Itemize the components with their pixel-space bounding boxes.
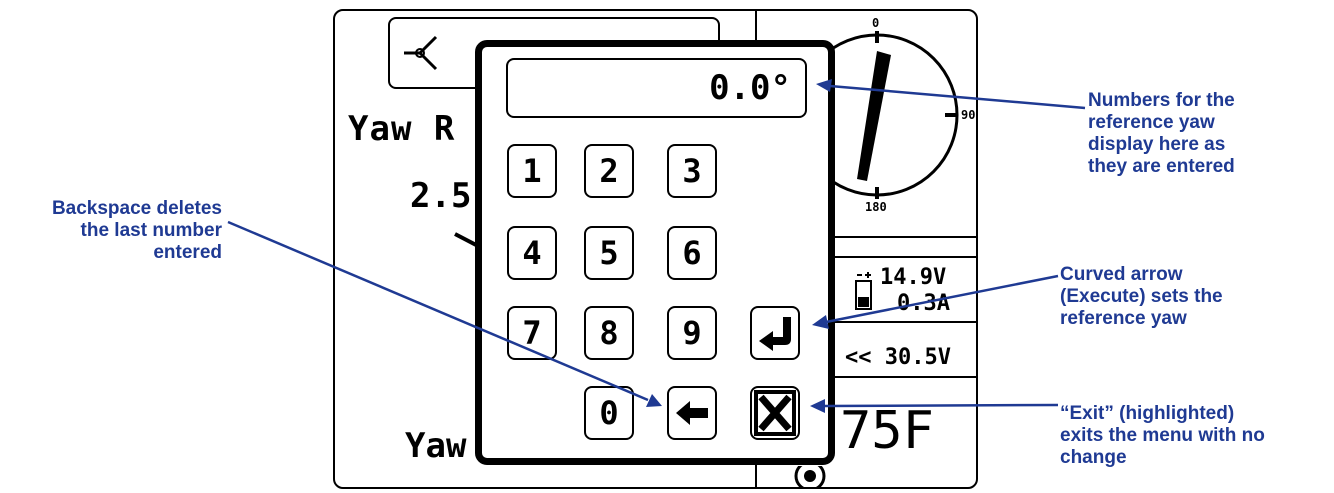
exit-note-line: change [1060, 447, 1127, 468]
display-note: Numbers for the reference yaw display he… [1088, 90, 1235, 178]
enter-note-line: (Execute) sets the [1060, 286, 1223, 307]
display-note-line: display here as [1088, 134, 1226, 155]
display-note-line: they are entered [1088, 156, 1235, 177]
backspace-note: Backspace deletes the last number entere… [52, 198, 222, 264]
exit-note: “Exit” (highlighted) exits the menu with… [1060, 403, 1265, 469]
exit-note-line: “Exit” (highlighted) [1060, 403, 1235, 424]
backspace-note-line: entered [153, 242, 222, 263]
enter-note: Curved arrow (Execute) sets the referenc… [1060, 264, 1223, 330]
display-note-line: Numbers for the [1088, 90, 1235, 111]
backspace-note-line: the last number [80, 220, 222, 241]
enter-note-line: reference yaw [1060, 308, 1187, 329]
display-note-line: reference yaw [1088, 112, 1215, 133]
exit-note-line: exits the menu with no [1060, 425, 1265, 446]
backspace-note-line: Backspace deletes [51, 198, 222, 219]
enter-note-line: Curved arrow [1060, 264, 1183, 285]
